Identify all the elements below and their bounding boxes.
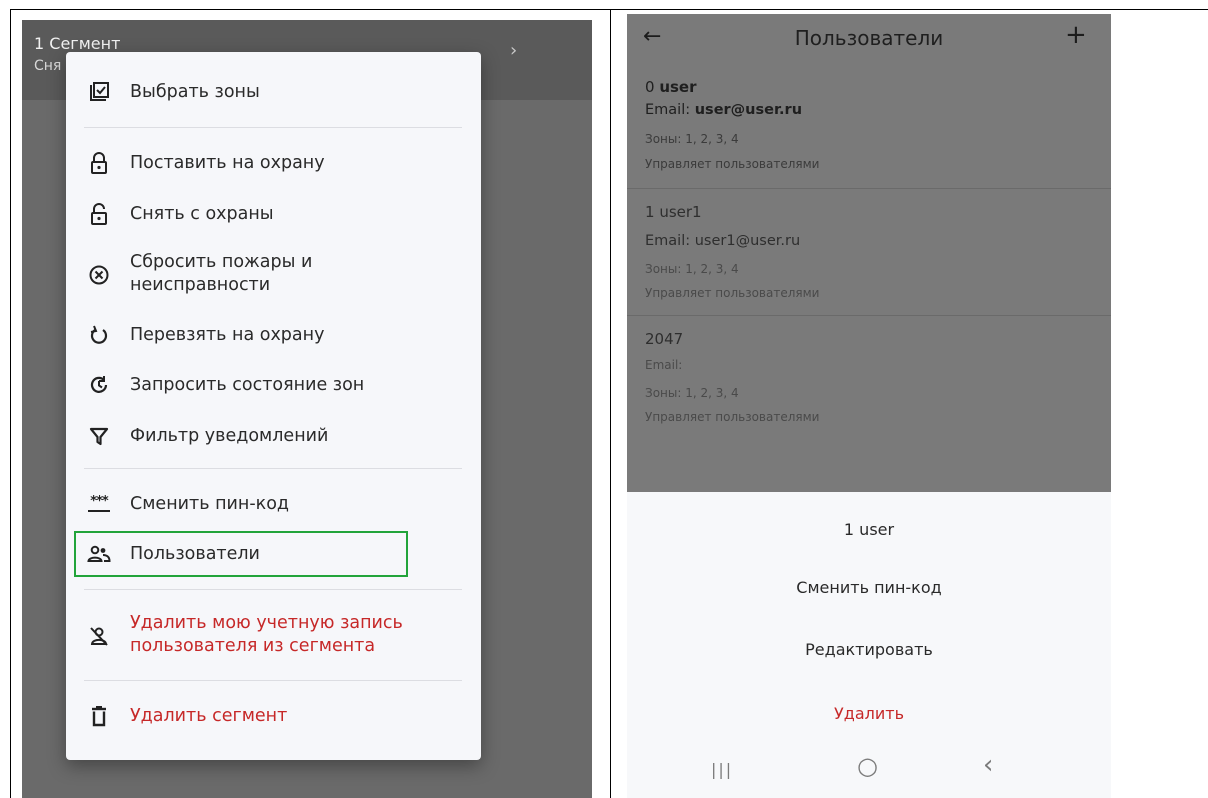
user-email: user1@user.ru <box>694 233 801 249</box>
history-icon <box>86 372 112 398</box>
menu-item-label: Запросить состояние зон <box>130 375 365 395</box>
segment-subtitle: Сня <box>34 58 62 74</box>
table-border-middle <box>610 9 611 798</box>
add-user-button[interactable]: + <box>1065 20 1087 50</box>
email-label: Email: <box>645 102 691 118</box>
menu-item-label: Сменить пин-код <box>130 494 290 514</box>
menu-item-label: Сбросить пожары и неисправности <box>130 252 313 295</box>
menu-item-label: Поставить на охрану <box>130 153 325 173</box>
filter-icon <box>86 423 112 449</box>
users-screen: ← Пользователи + 0 user Email: user@user… <box>627 14 1111 798</box>
menu-item-label: Удалить сегмент <box>130 706 288 726</box>
delete-action[interactable]: Удалить <box>627 704 1111 723</box>
user-zones: Зоны: 1, 2, 3, 4 <box>645 262 739 276</box>
user-role: Управляет пользователями <box>645 157 820 171</box>
users-highlight-box <box>74 531 408 577</box>
sheet-title: 1 user <box>843 520 895 539</box>
user-id: 0 <box>645 78 655 96</box>
page-title: Пользователи <box>794 26 944 50</box>
trash-icon <box>86 703 112 729</box>
recents-icon[interactable]: ||| <box>711 760 733 779</box>
user-list-item[interactable]: 0 user Email: user@user.ru Зоны: 1, 2, 3… <box>627 70 1111 188</box>
user-actions-sheet: 1 user Сменить пин-код Редактировать Уда… <box>627 492 1111 798</box>
menu-divider <box>84 468 462 469</box>
user-zones: Зоны: 1, 2, 3, 4 <box>645 132 739 146</box>
table-border-left <box>10 9 11 798</box>
email-label: Email: <box>645 233 691 249</box>
chevron-right-icon: › <box>510 40 518 61</box>
user-name: user1 <box>659 203 702 221</box>
menu-item-label: Удалить мою учетную запись пользователя … <box>130 613 403 656</box>
menu-item-label: Снять с охраны <box>130 204 274 224</box>
user-role: Управляет пользователями <box>645 286 820 300</box>
context-menu: Выбрать зоны Поставить на охрану Снять с… <box>66 52 481 760</box>
user-list-item[interactable]: 1 user1 Email: user1@user.ru Зоны: 1, 2,… <box>627 189 1111 315</box>
menu-divider <box>84 127 462 128</box>
user-email: user@user.ru <box>694 102 803 118</box>
user-id: 2047 <box>645 330 684 348</box>
unlock-icon <box>86 201 112 227</box>
user-id-name: 0 user <box>645 78 697 96</box>
remove-user-icon <box>86 623 112 649</box>
refresh-icon <box>86 322 112 348</box>
nav-back-icon[interactable]: ‹ <box>983 750 993 780</box>
edit-action[interactable]: Редактировать <box>627 640 1111 659</box>
app-bar: ← Пользователи + <box>627 14 1111 70</box>
menu-item-label: Фильтр уведомлений <box>130 426 329 446</box>
change-pin-action[interactable]: Сменить пин-код <box>627 578 1111 597</box>
table-border-top <box>10 9 1208 10</box>
home-icon[interactable]: ○ <box>857 752 878 780</box>
password-glyph: *** <box>90 493 108 509</box>
email-label: Email: <box>645 358 683 372</box>
menu-item-label: Перевзять на охрану <box>130 325 325 345</box>
system-nav-bar: ||| ○ ‹ <box>627 750 1111 798</box>
segment-title: 1 Сегмент <box>34 34 121 53</box>
cancel-circle-icon <box>86 262 112 288</box>
user-list-item[interactable]: 2047 Email: Зоны: 1, 2, 3, 4 Управляет п… <box>627 316 1111 446</box>
password-icon: *** <box>86 491 112 517</box>
user-name: user <box>659 78 697 96</box>
lock-icon <box>86 150 112 176</box>
menu-divider <box>84 589 462 590</box>
checklist-icon <box>86 79 112 105</box>
user-email-line: Email: <box>645 358 682 372</box>
user-role: Управляет пользователями <box>645 410 820 424</box>
user-id-name: 2047 <box>645 330 683 348</box>
user-id: 1 <box>645 203 655 221</box>
user-email-line: Email: user@user.ru <box>645 102 802 118</box>
menu-divider <box>84 680 462 681</box>
user-id-name: 1 user1 <box>645 203 702 221</box>
user-email-line: Email: user1@user.ru <box>645 233 800 249</box>
user-zones: Зоны: 1, 2, 3, 4 <box>645 386 739 400</box>
menu-item-label: Выбрать зоны <box>130 82 260 102</box>
segment-screen: 1 Сегмент Сня › Выбрать зоны Поставить н… <box>22 20 592 798</box>
